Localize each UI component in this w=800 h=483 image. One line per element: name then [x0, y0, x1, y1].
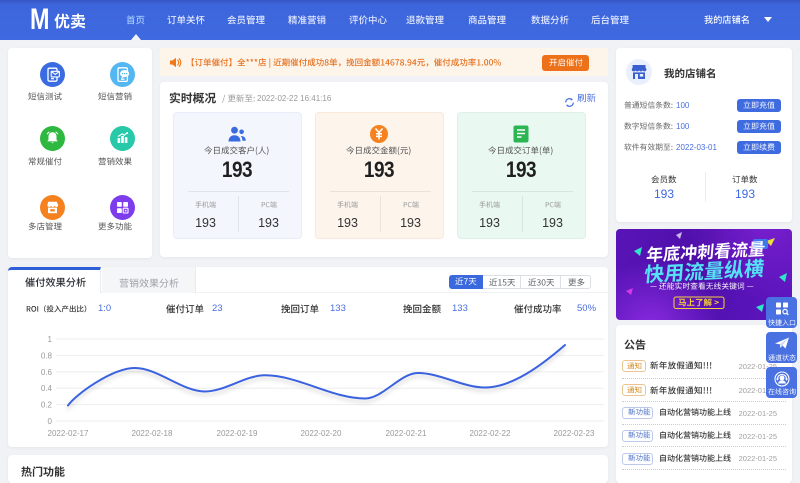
svg-text:0.2: 0.2	[41, 401, 53, 410]
svg-text:1: 1	[48, 335, 53, 344]
svg-text:2022-02-22: 2022-02-22	[470, 429, 511, 438]
svg-text:2022-02-17: 2022-02-17	[48, 429, 89, 438]
svg-text:0.6: 0.6	[41, 368, 53, 377]
svg-text:2022-02-21: 2022-02-21	[386, 429, 427, 438]
svg-text:2022-02-19: 2022-02-19	[217, 429, 258, 438]
svg-text:2022-02-18: 2022-02-18	[132, 429, 173, 438]
svg-text:0.8: 0.8	[41, 351, 53, 360]
svg-text:0.4: 0.4	[41, 384, 53, 393]
svg-text:2022-02-20: 2022-02-20	[301, 429, 342, 438]
svg-text:0: 0	[48, 417, 53, 426]
svg-text:2022-02-23: 2022-02-23	[554, 429, 595, 438]
